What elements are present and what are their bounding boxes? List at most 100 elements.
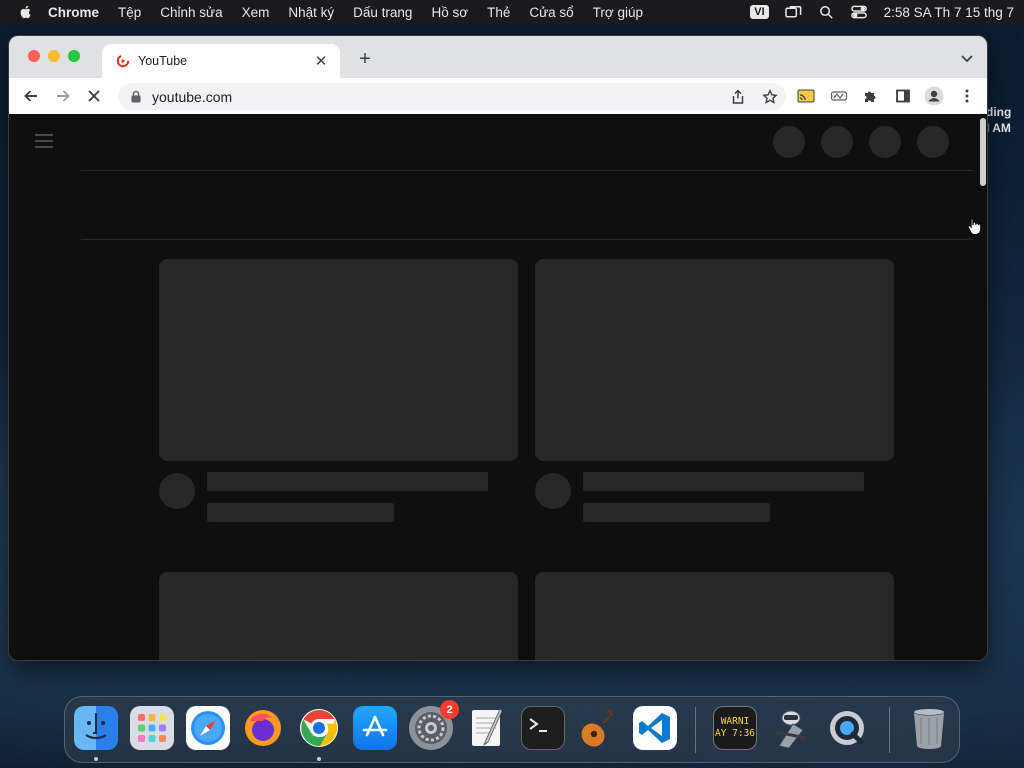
menu-window[interactable]: Cửa sổ [529, 5, 573, 20]
header-placeholder-3 [869, 126, 901, 158]
page-viewport[interactable] [9, 114, 987, 660]
title-placeholder [583, 472, 864, 491]
chrome-window: YouTube ✕ + youtube.com [8, 35, 988, 661]
chips-divider [81, 239, 973, 240]
terminal-icon [529, 718, 547, 732]
avatar-icon [924, 86, 944, 106]
address-url[interactable]: youtube.com [152, 89, 730, 105]
header-divider [81, 170, 973, 171]
quicktime-icon [830, 711, 864, 745]
dock-separator [889, 707, 890, 753]
desktop-text-line-2: I AM [986, 121, 1011, 135]
menu-profiles[interactable]: Hồ sơ [431, 5, 468, 20]
cast-extension-icon [797, 89, 815, 103]
puzzle-piece-icon [865, 91, 876, 102]
dock-system-preferences[interactable]: 2 [409, 700, 459, 750]
notification-badge: 2 [440, 700, 459, 719]
extension-button-2[interactable] [829, 86, 849, 106]
lock-icon[interactable] [130, 90, 142, 103]
dock-chrome[interactable] [297, 706, 341, 750]
youtube-loading-favicon-icon [116, 54, 130, 68]
header-placeholder-1 [773, 126, 805, 158]
menu-file[interactable]: Tệp [118, 5, 141, 20]
menu-edit[interactable]: Chỉnh sửa [160, 5, 222, 20]
more-vertical-icon [965, 89, 969, 103]
forward-button[interactable] [53, 86, 73, 106]
channel-avatar-placeholder [159, 473, 195, 509]
window-controls [28, 50, 80, 62]
dock-automator[interactable] [769, 706, 813, 750]
desktop-partial-text: ding I AM [984, 104, 1024, 136]
video-thumbnail-placeholder [535, 259, 894, 461]
page-scrollbar[interactable] [980, 118, 986, 186]
dock-app-store[interactable] [353, 706, 397, 750]
menu-tab[interactable]: Thẻ [487, 5, 510, 20]
finder-icon [85, 713, 107, 739]
control-center-icon[interactable] [850, 5, 868, 19]
menu-app-chrome[interactable]: Chrome [48, 5, 99, 20]
extension-button-1[interactable] [796, 86, 816, 106]
spotlight-search-icon[interactable] [818, 5, 835, 19]
meta-placeholder [207, 503, 394, 522]
profile-button[interactable] [924, 86, 944, 106]
menu-view[interactable]: Xem [242, 5, 270, 20]
new-tab-icon[interactable]: + [355, 49, 375, 69]
browser-toolbar: youtube.com [9, 78, 987, 114]
minimize-window-button[interactable] [48, 50, 60, 62]
dock-safari[interactable] [186, 706, 230, 750]
mission-control-icon[interactable] [784, 5, 802, 19]
address-bar[interactable]: youtube.com [118, 83, 786, 110]
finder-running-indicator [94, 757, 98, 761]
side-panel-button[interactable] [893, 86, 913, 106]
trash-icon [914, 709, 944, 749]
tab-strip: YouTube ✕ + [9, 36, 987, 78]
extensions-button[interactable] [861, 86, 881, 106]
header-placeholder-4 [917, 126, 949, 158]
tab-youtube[interactable]: YouTube ✕ [102, 44, 340, 78]
chevron-down-icon[interactable] [959, 50, 975, 66]
dock-trash[interactable] [907, 706, 951, 750]
dock-launchpad[interactable] [130, 706, 174, 750]
bookmark-star-icon[interactable] [762, 88, 778, 105]
video-thumbnail-placeholder [159, 259, 518, 461]
chrome-menu-button[interactable] [957, 86, 977, 106]
dock-quicktime[interactable] [825, 706, 869, 750]
firefox-icon [245, 710, 281, 746]
video-thumbnail-placeholder [159, 572, 518, 660]
tab-title: YouTube [138, 54, 188, 68]
menu-history[interactable]: Nhật ký [288, 5, 334, 20]
close-tab-icon[interactable]: ✕ [312, 52, 330, 70]
input-source-badge[interactable]: VI [750, 5, 769, 19]
chrome-running-indicator [317, 757, 321, 761]
apple-icon[interactable] [18, 4, 34, 20]
dock-vscode[interactable] [633, 706, 677, 750]
dock-terminal[interactable] [521, 706, 565, 750]
title-placeholder [207, 472, 488, 491]
dock-garageband[interactable] [577, 706, 621, 750]
menu-bar-clock[interactable]: 2:58 SA Th 7 15 thg 7 [884, 5, 1014, 20]
close-icon [88, 90, 100, 102]
dock-finder[interactable] [74, 706, 118, 750]
menu-bookmarks[interactable]: Dấu trang [353, 5, 412, 20]
hamburger-menu-icon[interactable] [35, 134, 53, 148]
dock-separator [695, 707, 696, 753]
console-warning-text: WARNI [720, 716, 750, 727]
zoom-window-button[interactable] [68, 50, 80, 62]
dock-console[interactable]: WARNI AY 7:36 [713, 706, 757, 750]
video-thumbnail-placeholder [535, 572, 894, 660]
safari-compass-icon [191, 711, 225, 745]
menu-bar: Chrome Tệp Chỉnh sửa Xem Nhật ký Dấu tra… [0, 0, 1024, 24]
meta-placeholder [583, 503, 770, 522]
app-store-icon [362, 715, 388, 737]
arrow-left-icon [24, 90, 37, 102]
chrome-icon [300, 709, 338, 747]
automator-robot-icon [775, 710, 807, 749]
menu-help[interactable]: Trợ giúp [593, 5, 643, 20]
back-button[interactable] [21, 86, 41, 106]
stop-loading-button[interactable] [84, 86, 104, 106]
share-icon[interactable] [730, 88, 746, 105]
dock-firefox[interactable] [241, 706, 285, 750]
close-window-button[interactable] [28, 50, 40, 62]
dock-textedit[interactable] [465, 706, 509, 750]
console-time-text: AY 7:36 [714, 728, 756, 739]
